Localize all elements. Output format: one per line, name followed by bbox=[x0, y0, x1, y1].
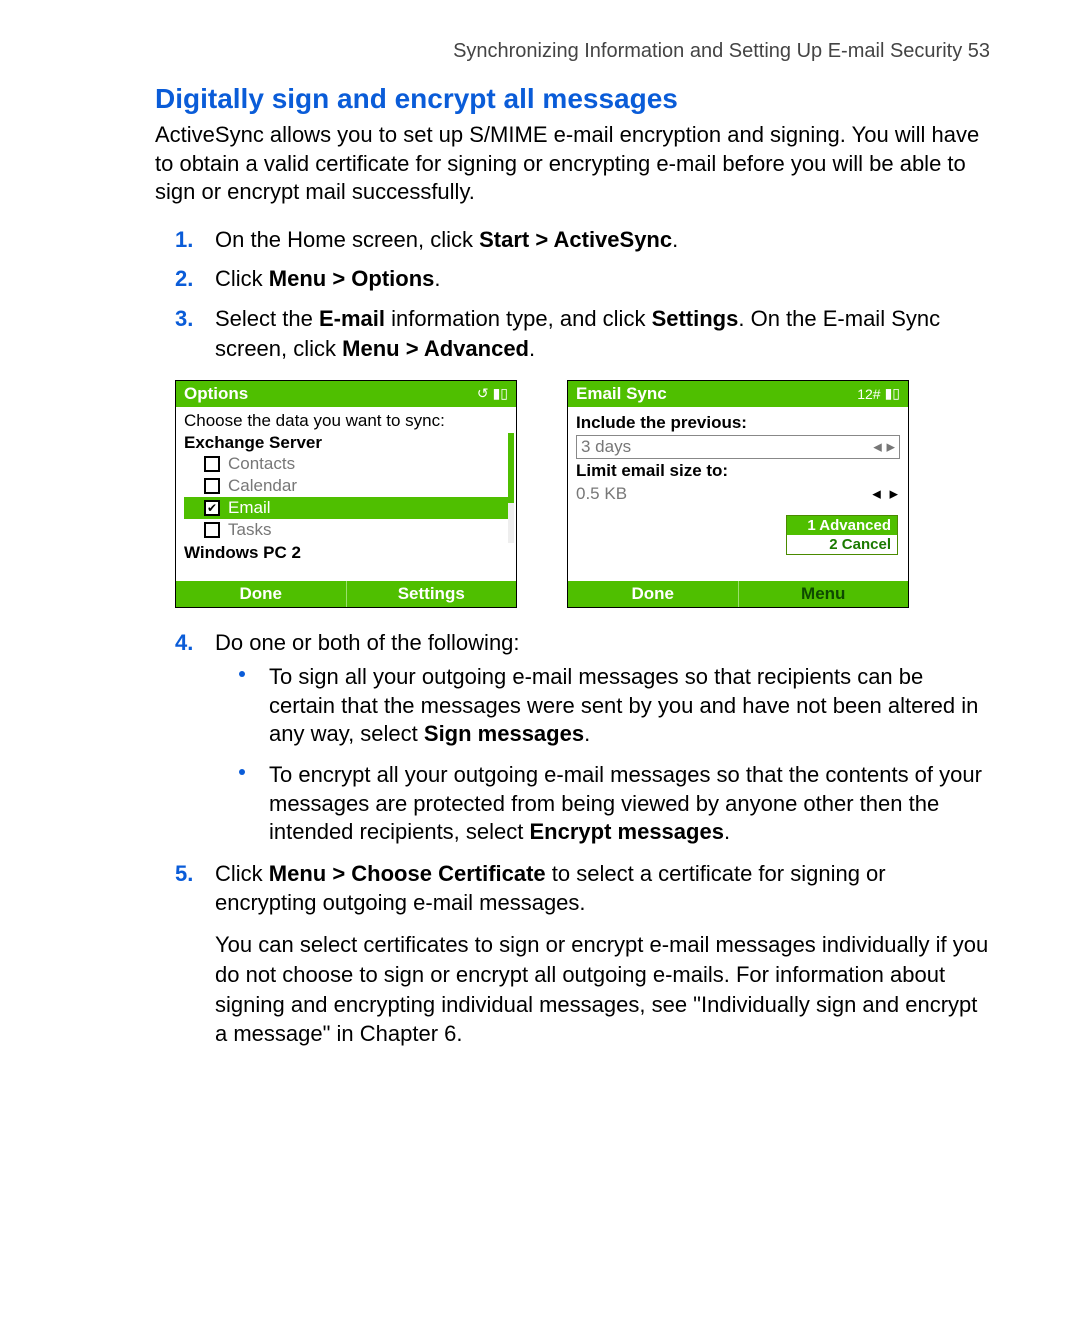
bullet-sign: To sign all your outgoing e-mail message… bbox=[239, 663, 990, 749]
sync-item-calendar[interactable]: Calendar bbox=[184, 475, 508, 497]
sync-icon: ↺ bbox=[477, 385, 489, 402]
signal-icon: ▮▯ bbox=[493, 385, 508, 402]
bullet-icon bbox=[239, 671, 245, 677]
screenshot-options: Options ↺▮▯ Choose the data you want to … bbox=[175, 380, 517, 608]
group-windows-pc: Windows PC 2 bbox=[184, 543, 508, 563]
step-2: 2. Click Menu > Options. bbox=[175, 264, 990, 294]
softkey-menu[interactable]: Menu bbox=[738, 581, 909, 607]
step-note: You can select certificates to sign or e… bbox=[215, 930, 990, 1049]
field-value: 0.5 KB bbox=[576, 484, 627, 504]
menu-item-cancel[interactable]: 2 Cancel bbox=[787, 535, 897, 554]
input-mode-indicator: 12# bbox=[857, 386, 880, 402]
sync-item-label: Email bbox=[228, 498, 271, 518]
field-include-previous[interactable]: 3 days ◂ ▸ bbox=[576, 435, 900, 459]
checkbox-icon[interactable] bbox=[204, 522, 220, 538]
menu-item-advanced[interactable]: 1 Advanced bbox=[787, 516, 897, 535]
step-text: Click bbox=[215, 266, 269, 291]
step-number: 5. bbox=[175, 859, 193, 889]
step-number: 3. bbox=[175, 304, 193, 334]
checkbox-icon[interactable] bbox=[204, 478, 220, 494]
step-number: 2. bbox=[175, 264, 193, 294]
step-text: On the Home screen, click bbox=[215, 227, 479, 252]
step-3: 3. Select the E-mail information type, a… bbox=[175, 304, 990, 363]
sync-item-tasks[interactable]: Tasks bbox=[184, 519, 508, 541]
softkey-done[interactable]: Done bbox=[176, 581, 346, 607]
group-exchange-server: Exchange Server bbox=[184, 433, 508, 453]
sync-item-email[interactable]: ✔ Email bbox=[184, 497, 508, 519]
step-bold: Menu > Options bbox=[269, 266, 435, 291]
window-title: Email Sync bbox=[576, 384, 667, 404]
signal-icon: ▮▯ bbox=[885, 385, 900, 402]
checkbox-icon[interactable] bbox=[204, 456, 220, 472]
step-4: 4. Do one or both of the following: To s… bbox=[175, 628, 990, 847]
intro-paragraph: ActiveSync allows you to set up S/MIME e… bbox=[155, 121, 990, 207]
label-include-previous: Include the previous: bbox=[576, 413, 900, 433]
step-text: Do one or both of the following: bbox=[215, 630, 520, 655]
field-value: 3 days bbox=[581, 437, 631, 457]
section-title: Digitally sign and encrypt all messages bbox=[155, 83, 990, 115]
status-icons: 12# ▮▯ bbox=[857, 385, 900, 402]
spinner-arrows-icon[interactable]: ◂ ▸ bbox=[873, 437, 895, 457]
screenshot-email-sync: Email Sync 12# ▮▯ Include the previous: 3… bbox=[567, 380, 909, 608]
bullet-icon bbox=[239, 769, 245, 775]
sync-item-label: Contacts bbox=[228, 454, 295, 474]
prompt-text: Choose the data you want to sync: bbox=[184, 411, 508, 431]
softkey-settings[interactable]: Settings bbox=[346, 581, 517, 607]
label-limit-size: Limit email size to: bbox=[576, 461, 900, 481]
step-number: 1. bbox=[175, 225, 193, 255]
sync-item-contacts[interactable]: Contacts bbox=[184, 453, 508, 475]
spinner-arrows-icon[interactable]: ◂ ▸ bbox=[872, 484, 900, 504]
window-title: Options bbox=[184, 384, 248, 404]
step-1: 1. On the Home screen, click Start > Act… bbox=[175, 225, 990, 255]
bullet-encrypt: To encrypt all your outgoing e-mail mess… bbox=[239, 761, 990, 847]
context-menu: 1 Advanced 2 Cancel bbox=[786, 515, 898, 555]
step-5: 5. Click Menu > Choose Certificate to se… bbox=[175, 859, 990, 1049]
sync-item-label: Calendar bbox=[228, 476, 297, 496]
status-icons: ↺▮▯ bbox=[477, 385, 508, 402]
softkey-done[interactable]: Done bbox=[568, 581, 738, 607]
checkbox-icon[interactable]: ✔ bbox=[204, 500, 220, 516]
sync-item-label: Tasks bbox=[228, 520, 271, 540]
scrollbar[interactable] bbox=[508, 433, 514, 543]
step-bold: Start > ActiveSync bbox=[479, 227, 672, 252]
running-header: Synchronizing Information and Setting Up… bbox=[155, 40, 990, 63]
step-number: 4. bbox=[175, 628, 193, 658]
field-limit-size[interactable]: 0.5 KB ◂ ▸ bbox=[576, 483, 900, 505]
